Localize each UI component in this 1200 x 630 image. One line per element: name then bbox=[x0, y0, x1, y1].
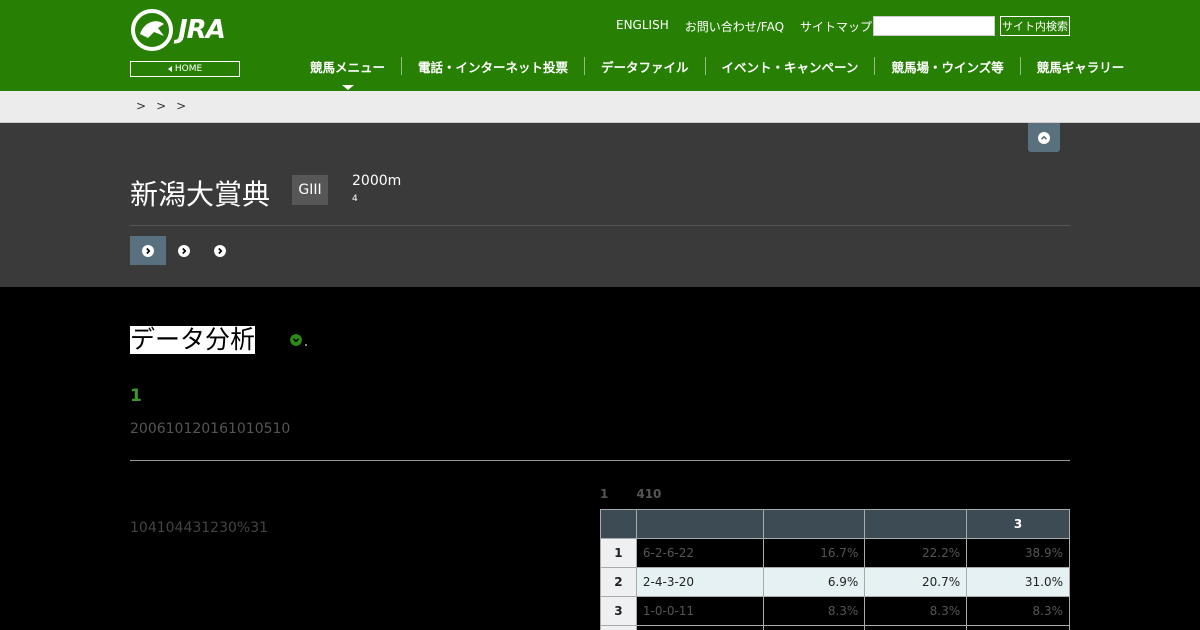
description-text: 200610120161010510 bbox=[130, 421, 291, 437]
row-rank: 1 bbox=[600, 538, 637, 568]
table-header-cell bbox=[762, 509, 866, 539]
table-header-cell bbox=[864, 509, 968, 539]
win-rate-cell: 8.3% bbox=[762, 596, 866, 626]
nav-datafile[interactable]: データファイル bbox=[585, 57, 705, 76]
stats-table: 3 1 6-2-6-22 16.7% 22.2% 38.9% 2 2-4-3-20 6.9% 2… bbox=[600, 509, 1070, 630]
table-header-cell: 3 bbox=[966, 509, 1070, 539]
race-tab-3[interactable] bbox=[202, 236, 238, 265]
record-cell: 2-4-3-20 bbox=[635, 567, 764, 597]
jra-logo[interactable]: JRA bbox=[130, 8, 240, 52]
grade-badge: GIII bbox=[292, 175, 328, 205]
record-cell: 1-0-0-11 bbox=[635, 596, 764, 626]
race-header: 新潟大賞典 GIII 2000m 4 bbox=[0, 123, 1200, 287]
race-tabs bbox=[130, 236, 238, 265]
table-header-cell bbox=[635, 509, 764, 539]
table-row: 1 6-2-6-22 16.7% 22.2% 38.9% bbox=[600, 538, 1070, 568]
row-rank: 2 bbox=[600, 567, 637, 597]
home-button[interactable]: HOME bbox=[130, 61, 240, 77]
show-rate-cell: 8.3% bbox=[966, 596, 1070, 626]
show-rate-cell: 31.0% bbox=[966, 567, 1070, 597]
nav-vote[interactable]: 電話・インターネット投票 bbox=[402, 57, 584, 76]
show-rate-cell bbox=[966, 625, 1070, 630]
table-row: 2 2-4-3-20 6.9% 20.7% 31.0% bbox=[600, 567, 1070, 597]
table-row bbox=[600, 625, 1070, 630]
caption-part: 410 bbox=[636, 487, 662, 501]
show-rate-cell: 38.9% bbox=[966, 538, 1070, 568]
link-sitemap[interactable]: サイトマップ bbox=[800, 18, 872, 35]
chevron-up-circle-icon bbox=[1038, 131, 1050, 144]
main-nav: 競馬メニュー 電話・インターネット投票 データファイル イベント・キャンペーン … bbox=[294, 56, 1141, 90]
link-faq[interactable]: お問い合わせ/FAQ bbox=[685, 18, 784, 35]
table-caption: 1 410 bbox=[600, 487, 661, 501]
nav-gallery[interactable]: 競馬ギャラリー bbox=[1021, 57, 1141, 76]
breadcrumb-separator: > bbox=[156, 99, 167, 113]
divider bbox=[130, 460, 1070, 461]
race-tab-2[interactable] bbox=[166, 236, 202, 265]
table-row: 3 1-0-0-11 8.3% 8.3% 8.3% bbox=[600, 596, 1070, 626]
record-cell: 6-2-6-22 bbox=[635, 538, 764, 568]
breadcrumb-separator: > bbox=[176, 99, 187, 113]
race-distance: 2000m bbox=[352, 173, 402, 189]
nav-racecourses[interactable]: 競馬場・ウインズ等 bbox=[875, 57, 1019, 76]
place-rate-cell bbox=[864, 625, 968, 630]
chevron-down-circle-icon[interactable] bbox=[290, 334, 302, 346]
section-title: データ分析 bbox=[130, 325, 256, 354]
chevron-right-circle-icon bbox=[142, 244, 154, 257]
win-rate-cell: 16.7% bbox=[762, 538, 866, 568]
breadcrumb-separator: > bbox=[136, 99, 147, 113]
site-search-button[interactable]: サイト内検索 bbox=[1000, 16, 1070, 36]
site-search-input[interactable] bbox=[873, 16, 995, 36]
place-rate-cell: 22.2% bbox=[864, 538, 968, 568]
win-rate-cell bbox=[762, 625, 866, 630]
home-label: HOME bbox=[174, 64, 203, 74]
utility-links: ENGLISH お問い合わせ/FAQ サイトマップ bbox=[616, 18, 888, 35]
table-header-row: 3 bbox=[600, 509, 1070, 539]
record-cell bbox=[635, 625, 764, 630]
race-tab-1[interactable] bbox=[130, 236, 166, 265]
decorative-dot bbox=[305, 344, 307, 346]
chevron-right-circle-icon bbox=[178, 244, 190, 257]
row-rank: 3 bbox=[600, 596, 637, 626]
table-header-cell bbox=[600, 509, 637, 539]
race-title: 新潟大賞典 bbox=[130, 178, 271, 211]
place-rate-cell: 20.7% bbox=[864, 567, 968, 597]
collapse-button[interactable] bbox=[1028, 123, 1060, 152]
caret-left-icon bbox=[167, 66, 172, 72]
link-english[interactable]: ENGLISH bbox=[616, 18, 669, 35]
row-rank bbox=[600, 625, 637, 630]
active-indicator-icon bbox=[341, 84, 354, 90]
horse-head-icon bbox=[131, 9, 173, 51]
analysis-text: 104104431230%31 bbox=[130, 520, 269, 536]
breadcrumb: > > > bbox=[0, 91, 1200, 123]
race-distance-sub: 4 bbox=[352, 194, 358, 204]
divider bbox=[130, 225, 1070, 226]
nav-label: 競馬メニュー bbox=[310, 59, 386, 75]
chevron-right-circle-icon bbox=[214, 244, 226, 257]
nav-keiba-menu[interactable]: 競馬メニュー bbox=[294, 57, 401, 90]
sub-heading: 1 bbox=[130, 386, 142, 406]
nav-events[interactable]: イベント・キャンペーン bbox=[706, 57, 875, 76]
place-rate-cell: 8.3% bbox=[864, 596, 968, 626]
logo-text: JRA bbox=[178, 15, 226, 45]
win-rate-cell: 6.9% bbox=[762, 567, 866, 597]
caption-part: 1 bbox=[600, 487, 609, 501]
site-header: JRA HOME ENGLISH お問い合わせ/FAQ サイトマップ サイト内検… bbox=[0, 0, 1200, 91]
